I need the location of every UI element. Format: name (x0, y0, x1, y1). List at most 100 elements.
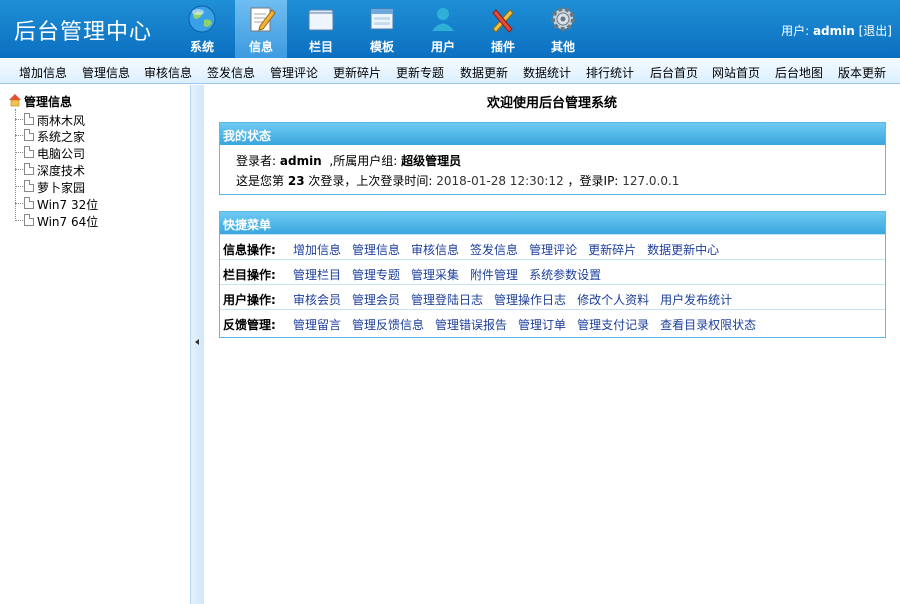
tree-branch (15, 135, 23, 136)
status-panel-title: 我的状态 (220, 123, 885, 145)
quick-link[interactable]: 管理信息 (352, 243, 400, 257)
quick-link[interactable]: 管理登陆日志 (411, 293, 483, 307)
tree-item-label: Win7 64位 (37, 215, 99, 229)
tree-item-label: 电脑公司 (37, 147, 86, 161)
quick-link[interactable]: 管理错误报告 (435, 318, 507, 332)
submenu-admin-home[interactable]: 后台首页 (650, 64, 698, 81)
nav-plugin[interactable]: 插件 (477, 0, 529, 58)
nav-label: 插件 (490, 40, 515, 54)
quick-link[interactable]: 审核会员 (293, 293, 341, 307)
quick-link[interactable]: 管理支付记录 (577, 318, 649, 332)
nav-label: 信息 (248, 40, 273, 54)
page-icon (24, 113, 34, 125)
submenu-rank-stats[interactable]: 排行统计 (586, 64, 634, 81)
submenu-update-fragments[interactable]: 更新碎片 (333, 64, 381, 81)
welcome-title: 欢迎使用后台管理系统 (486, 96, 617, 111)
nav-info[interactable]: 信息 (235, 0, 287, 58)
quick-link[interactable]: 查看目录权限状态 (660, 318, 756, 332)
gear-icon (551, 7, 575, 31)
submenu-data-stats[interactable]: 数据统计 (523, 64, 571, 81)
page-icon (24, 197, 34, 209)
submenu-manage-comments[interactable]: 管理评论 (270, 64, 318, 81)
main-content: 欢迎使用后台管理系统 我的状态 登录者: admin ,所属用户组: 超级管理员… (204, 85, 900, 604)
quick-link[interactable]: 审核信息 (411, 243, 459, 257)
user-label: 用户: (781, 24, 810, 38)
quick-links: 审核会员 管理会员 管理登陆日志 管理操作日志 修改个人资料 用户发布统计 (293, 291, 743, 308)
page-icon (24, 146, 34, 158)
submenu-update-topics[interactable]: 更新专题 (396, 64, 444, 81)
group-label: ,所属用户组: (329, 154, 398, 168)
tree-item-label: 萝卜家园 (37, 181, 86, 195)
quick-link[interactable]: 管理留言 (293, 318, 341, 332)
globe-icon (188, 5, 216, 33)
tree-branch (15, 220, 23, 221)
quick-link[interactable]: 更新碎片 (588, 243, 636, 257)
quick-link[interactable]: 管理专题 (352, 268, 400, 282)
window-icon (370, 8, 394, 30)
logout-link[interactable]: [退出] (859, 24, 892, 38)
tree-branch (15, 119, 23, 120)
submenu-data-update[interactable]: 数据更新 (460, 64, 508, 81)
nav-label: 系统 (189, 40, 214, 54)
submenu-version-update[interactable]: 版本更新 (838, 64, 886, 81)
count-suffix: 次登录，上次登录时间: (308, 174, 433, 188)
quick-link[interactable]: 签发信息 (470, 243, 518, 257)
page-icon (24, 214, 34, 226)
quick-links: 管理栏目 管理专题 管理采集 附件管理 系统参数设置 (293, 266, 612, 283)
quick-category: 反馈管理: (223, 318, 276, 332)
nav-column[interactable]: 栏目 (295, 0, 347, 58)
login-label: 登录者: (236, 154, 277, 168)
quick-links: 管理留言 管理反馈信息 管理错误报告 管理订单 管理支付记录 查看目录权限状态 (293, 316, 767, 333)
submenu-site-home[interactable]: 网站首页 (712, 64, 760, 81)
quick-link[interactable]: 用户发布统计 (660, 293, 732, 307)
app-title: 后台管理中心 (14, 20, 153, 45)
nav-user[interactable]: 用户 (417, 0, 469, 58)
quick-link[interactable]: 附件管理 (470, 268, 518, 282)
login-count: 23 (287, 174, 305, 188)
quick-row-user: 用户操作: 审核会员 管理会员 管理登陆日志 管理操作日志 修改个人资料 用户发布统计 (220, 284, 885, 309)
quick-link[interactable]: 增加信息 (293, 243, 341, 257)
submenu-admin-map[interactable]: 后台地图 (775, 64, 823, 81)
folder-icon (308, 9, 334, 31)
quick-link[interactable]: 管理订单 (518, 318, 566, 332)
top-header: 后台管理中心 系统 信息 栏目 模板 用户 插件 其他 用户: admin [退… (0, 0, 900, 58)
quick-link[interactable]: 管理操作日志 (494, 293, 566, 307)
tree-branch (15, 169, 23, 170)
quick-link[interactable]: 管理采集 (411, 268, 459, 282)
submenu-add-info[interactable]: 增加信息 (19, 64, 67, 81)
quick-link[interactable]: 管理反馈信息 (352, 318, 424, 332)
user-icon (432, 8, 454, 31)
tree-branch (15, 203, 23, 204)
tools-icon (492, 9, 514, 33)
page-icon (24, 180, 34, 192)
sidebar-splitter[interactable] (190, 85, 204, 604)
nav-label: 其他 (550, 40, 575, 54)
quick-category: 信息操作: (223, 243, 276, 257)
nav-system[interactable]: 系统 (176, 0, 228, 58)
tree-item-label: 深度技术 (37, 164, 86, 178)
quick-link[interactable]: 修改个人资料 (577, 293, 649, 307)
quick-category: 用户操作: (223, 293, 276, 307)
submenu-manage-info[interactable]: 管理信息 (82, 64, 130, 81)
tree-branch (15, 186, 23, 187)
sub-menu: 增加信息 管理信息 审核信息 签发信息 管理评论 更新碎片 更新专题 数据更新 … (0, 58, 900, 84)
page-icon (24, 163, 34, 175)
submenu-sign-info[interactable]: 签发信息 (207, 64, 255, 81)
tree-item-label: 系统之家 (37, 130, 86, 144)
quick-link[interactable]: 系统参数设置 (529, 268, 601, 282)
nav-template[interactable]: 模板 (356, 0, 408, 58)
collapse-arrow-icon[interactable] (195, 339, 199, 345)
nav-other[interactable]: 其他 (537, 0, 589, 58)
user-info: 用户: admin [退出] (781, 22, 892, 39)
quick-link[interactable]: 管理评论 (529, 243, 577, 257)
home-icon (9, 94, 21, 107)
quick-link[interactable]: 管理会员 (352, 293, 400, 307)
quick-row-feedback: 反馈管理: 管理留言 管理反馈信息 管理错误报告 管理订单 管理支付记录 查看目录权限状态 (220, 309, 885, 334)
count-prefix: 这是您第 (236, 174, 285, 188)
submenu-review-info[interactable]: 审核信息 (144, 64, 192, 81)
user-group: 超级管理员 (401, 154, 462, 168)
tree-item-label: Win7 32位 (37, 198, 99, 212)
quick-link[interactable]: 管理栏目 (293, 268, 341, 282)
quick-link[interactable]: 数据更新中心 (647, 243, 719, 257)
status-panel: 我的状态 登录者: admin ,所属用户组: 超级管理员 这是您第 23 次登… (219, 122, 886, 195)
